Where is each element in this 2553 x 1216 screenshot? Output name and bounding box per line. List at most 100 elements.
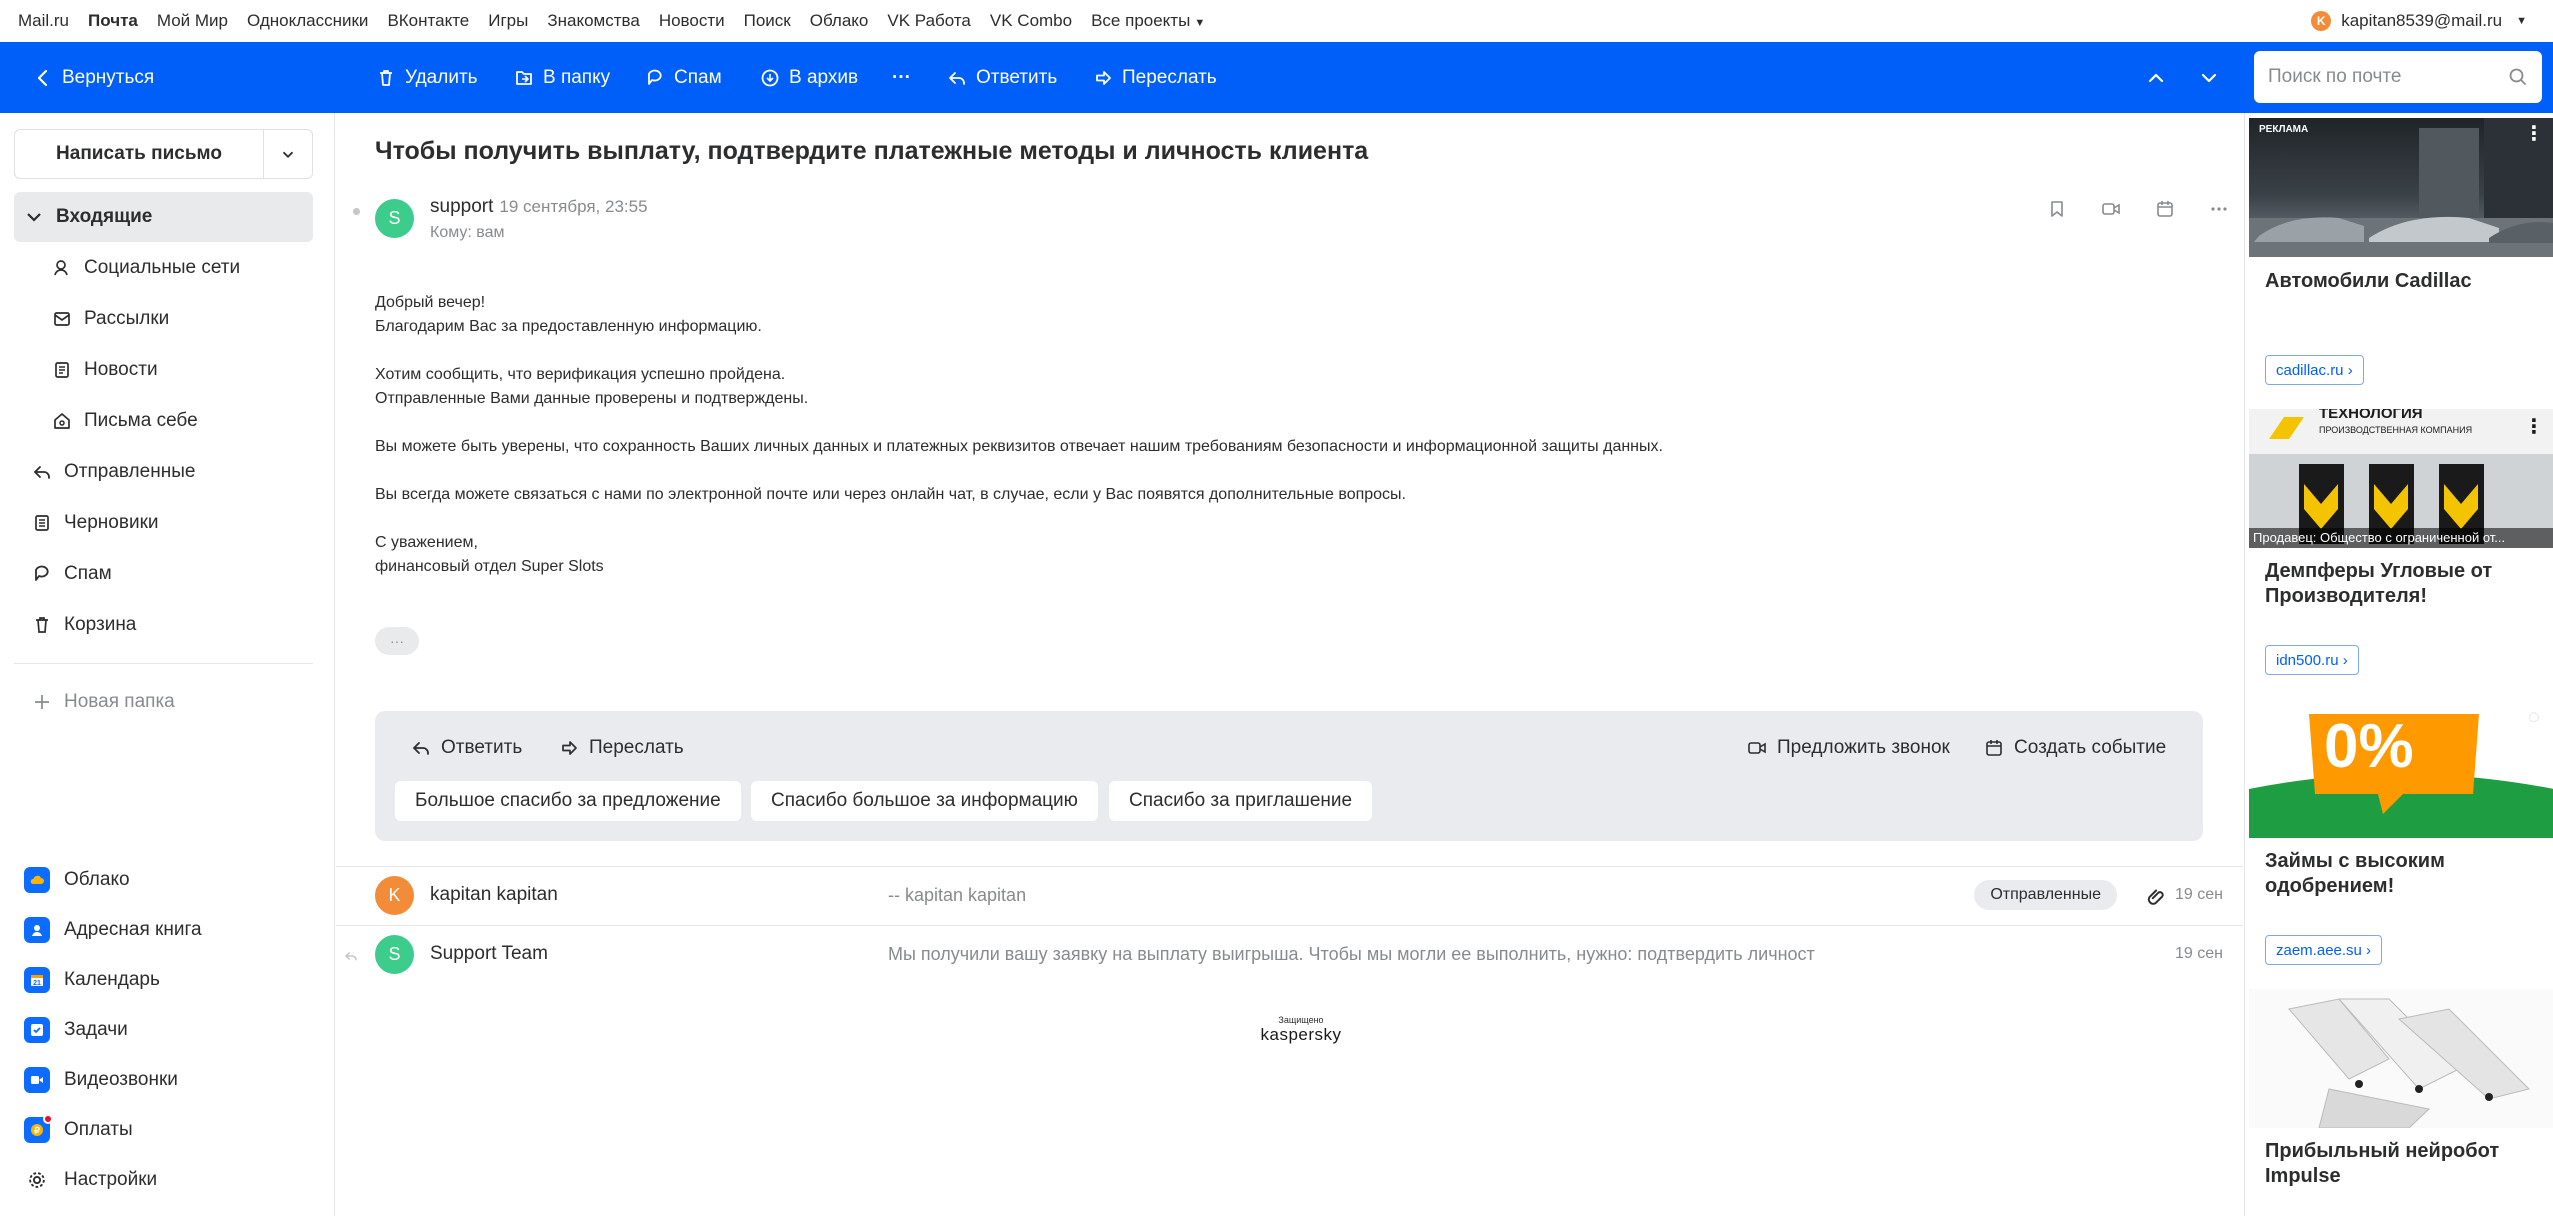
body-paragraph: С уважением, финансовый отдел Super Slots bbox=[375, 534, 604, 575]
spam-icon bbox=[648, 69, 662, 85]
portal-link-vk[interactable]: ВКонтакте bbox=[387, 11, 469, 31]
caret-down-icon: ▼ bbox=[2516, 15, 2527, 27]
self-mail-icon bbox=[54, 413, 70, 429]
ad-overlay-brand: ТЕХНОЛОГИЯ bbox=[2319, 409, 2423, 422]
delete-button[interactable]: Удалить bbox=[376, 42, 478, 113]
message-toolbar: Вернуться Удалить В папку Спам В архив ·… bbox=[0, 42, 2553, 113]
folder-news[interactable]: Новости bbox=[14, 345, 313, 395]
create-event-button[interactable]: Создать событие bbox=[1984, 733, 2166, 763]
sender-name[interactable]: support bbox=[430, 196, 493, 217]
service-settings[interactable]: Настройки bbox=[24, 1160, 157, 1200]
smart-reply-chip[interactable]: Спасибо за приглашение bbox=[1109, 781, 1373, 821]
ad-title[interactable]: Прибыльный нейробот Impulse bbox=[2265, 1139, 2535, 1189]
tasks-icon bbox=[24, 1017, 50, 1043]
more-actions-button[interactable]: ··· bbox=[892, 42, 911, 113]
new-folder-button[interactable]: Новая папка bbox=[14, 677, 313, 727]
folder-drafts[interactable]: Черновики bbox=[14, 498, 313, 548]
back-button[interactable]: Вернуться bbox=[33, 42, 154, 113]
cloud-icon bbox=[24, 867, 50, 893]
video-call-icon[interactable] bbox=[2101, 199, 2121, 219]
service-address-book[interactable]: Адресная книга bbox=[24, 910, 202, 950]
thread-snippet: -- kapitan kapitan bbox=[888, 885, 1027, 905]
bookmark-icon[interactable] bbox=[2047, 199, 2067, 219]
portal-link-ok[interactable]: Одноклассники bbox=[247, 11, 368, 31]
spam-button[interactable]: Спам bbox=[645, 42, 722, 113]
portal-link-cloud[interactable]: Облако bbox=[810, 11, 869, 31]
ad-title[interactable]: Займы с высоким одобрением! bbox=[2265, 849, 2535, 899]
ad-title[interactable]: Автомобили Cadillac bbox=[2265, 269, 2535, 294]
folder-spam[interactable]: Спам bbox=[14, 549, 313, 599]
portal-link-dating[interactable]: Знакомства bbox=[547, 11, 639, 31]
service-cloud[interactable]: Облако bbox=[24, 860, 130, 900]
folder-newsletters[interactable]: Рассылки bbox=[14, 294, 313, 344]
ad-title[interactable]: Демпферы Угловые от Производителя! bbox=[2265, 559, 2535, 609]
reply-button[interactable]: Ответить bbox=[947, 42, 1057, 113]
portal-link-vk-work[interactable]: VK Работа bbox=[887, 11, 971, 31]
folder-inbox[interactable]: Входящие bbox=[14, 192, 313, 242]
portal-link-news[interactable]: Новости bbox=[659, 11, 725, 31]
portal-link-all-projects[interactable]: Все проекты ▼ bbox=[1091, 11, 1205, 31]
body-paragraph: Хотим сообщить, что верификация успешно … bbox=[375, 366, 809, 407]
thread-date: 19 сен bbox=[2175, 945, 2223, 962]
ad-image-loans[interactable]: 0% ◌ bbox=[2249, 699, 2553, 838]
calendar-icon[interactable] bbox=[2155, 199, 2175, 219]
compose-options-button[interactable] bbox=[264, 130, 312, 178]
portal-link-moi-mir[interactable]: Мой Мир bbox=[157, 11, 228, 31]
ad-image-robot[interactable] bbox=[2249, 989, 2553, 1128]
portal-link-games[interactable]: Игры bbox=[488, 11, 528, 31]
smart-reply-chip[interactable]: Большое спасибо за предложение bbox=[395, 781, 741, 821]
ad-menu-icon[interactable]: ⋮ bbox=[2524, 124, 2544, 144]
ad-menu-icon[interactable]: ⋮ bbox=[2524, 417, 2544, 437]
folder-trash[interactable]: Корзина bbox=[14, 600, 313, 650]
sender-avatar[interactable]: S bbox=[375, 199, 414, 238]
search-icon[interactable] bbox=[2508, 67, 2528, 87]
sidebar: Написать письмо Входящие Социальные сети… bbox=[0, 113, 335, 1216]
smart-reply-chip[interactable]: Спасибо большое за информацию bbox=[751, 781, 1098, 821]
ad-link[interactable]: zaem.aee.su › bbox=[2265, 935, 2383, 965]
thread-row[interactable]: K kapitan kapitan -- kapitan kapitan Отп… bbox=[336, 867, 2243, 925]
portal-link-vk-combo[interactable]: VK Combo bbox=[990, 11, 1072, 31]
folder-self[interactable]: Письма себе bbox=[14, 396, 313, 446]
service-tasks[interactable]: Задачи bbox=[24, 1010, 128, 1050]
archive-button[interactable]: В архив bbox=[760, 42, 858, 113]
service-payments[interactable]: ₽ Оплаты bbox=[24, 1110, 133, 1150]
forward-button[interactable]: Переслать bbox=[1093, 42, 1217, 113]
service-video-calls[interactable]: Видеозвонки bbox=[24, 1060, 178, 1100]
thread-sender: kapitan kapitan bbox=[430, 884, 558, 905]
gear-icon bbox=[24, 1167, 50, 1193]
quick-forward-button[interactable]: Переслать bbox=[559, 733, 684, 763]
compose-button[interactable]: Написать письмо bbox=[15, 130, 264, 178]
folder-social[interactable]: Социальные сети bbox=[14, 243, 313, 293]
message-to[interactable]: Кому: вам bbox=[430, 224, 505, 242]
thread-row[interactable]: S Support Team Мы получили вашу заявку н… bbox=[336, 926, 2243, 984]
message-view: Чтобы получить выплату, подтвердите плат… bbox=[336, 113, 2243, 1216]
folder-badge[interactable]: Отправленные bbox=[1974, 880, 2117, 910]
search-input[interactable] bbox=[2268, 66, 2498, 88]
mail-search[interactable] bbox=[2254, 51, 2542, 103]
quick-reply-box: Ответить Переслать Предложить звонок Соз… bbox=[375, 711, 2203, 841]
unread-dot[interactable] bbox=[353, 208, 360, 215]
message-body: Добрый вечер! Благодарим Вас за предостав… bbox=[375, 291, 1875, 603]
video-call-icon bbox=[24, 1067, 50, 1093]
chevron-down-icon[interactable] bbox=[24, 207, 44, 227]
move-to-folder-button[interactable]: В папку bbox=[514, 42, 610, 113]
user-menu[interactable]: K kapitan8539@mail.ru ▼ bbox=[2311, 0, 2527, 42]
ad-image-dampers[interactable]: ТЕХНОЛОГИЯ ПРОИЗВОДСТВЕННАЯ КОМПАНИЯ Про… bbox=[2249, 409, 2553, 548]
ad-link[interactable]: idn500.ru › bbox=[2265, 645, 2359, 675]
service-calendar[interactable]: 21 Календарь bbox=[24, 960, 160, 1000]
previous-message-button[interactable] bbox=[2146, 42, 2166, 113]
show-quoted-button[interactable]: ··· bbox=[375, 627, 419, 655]
suggest-call-button[interactable]: Предложить звонок bbox=[1747, 733, 1950, 763]
ad-image-cadillac[interactable]: РЕКЛАМА ⋮ bbox=[2249, 118, 2553, 257]
portal-link-mail[interactable]: Почта bbox=[88, 11, 138, 31]
portal-link-mailru[interactable]: Mail.ru bbox=[18, 11, 69, 31]
more-options-icon[interactable] bbox=[2209, 199, 2229, 219]
thread-avatar: S bbox=[375, 935, 414, 974]
portal-link-search[interactable]: Поиск bbox=[744, 11, 791, 31]
ad-menu-icon[interactable]: ◌ bbox=[2524, 707, 2544, 727]
body-paragraph: Добрый вечер! Благодарим Вас за предостав… bbox=[375, 294, 762, 335]
next-message-button[interactable] bbox=[2199, 42, 2219, 113]
folder-sent[interactable]: Отправленные bbox=[14, 447, 313, 497]
quick-reply-button[interactable]: Ответить bbox=[411, 733, 522, 763]
ad-link[interactable]: cadillac.ru › bbox=[2265, 355, 2364, 385]
